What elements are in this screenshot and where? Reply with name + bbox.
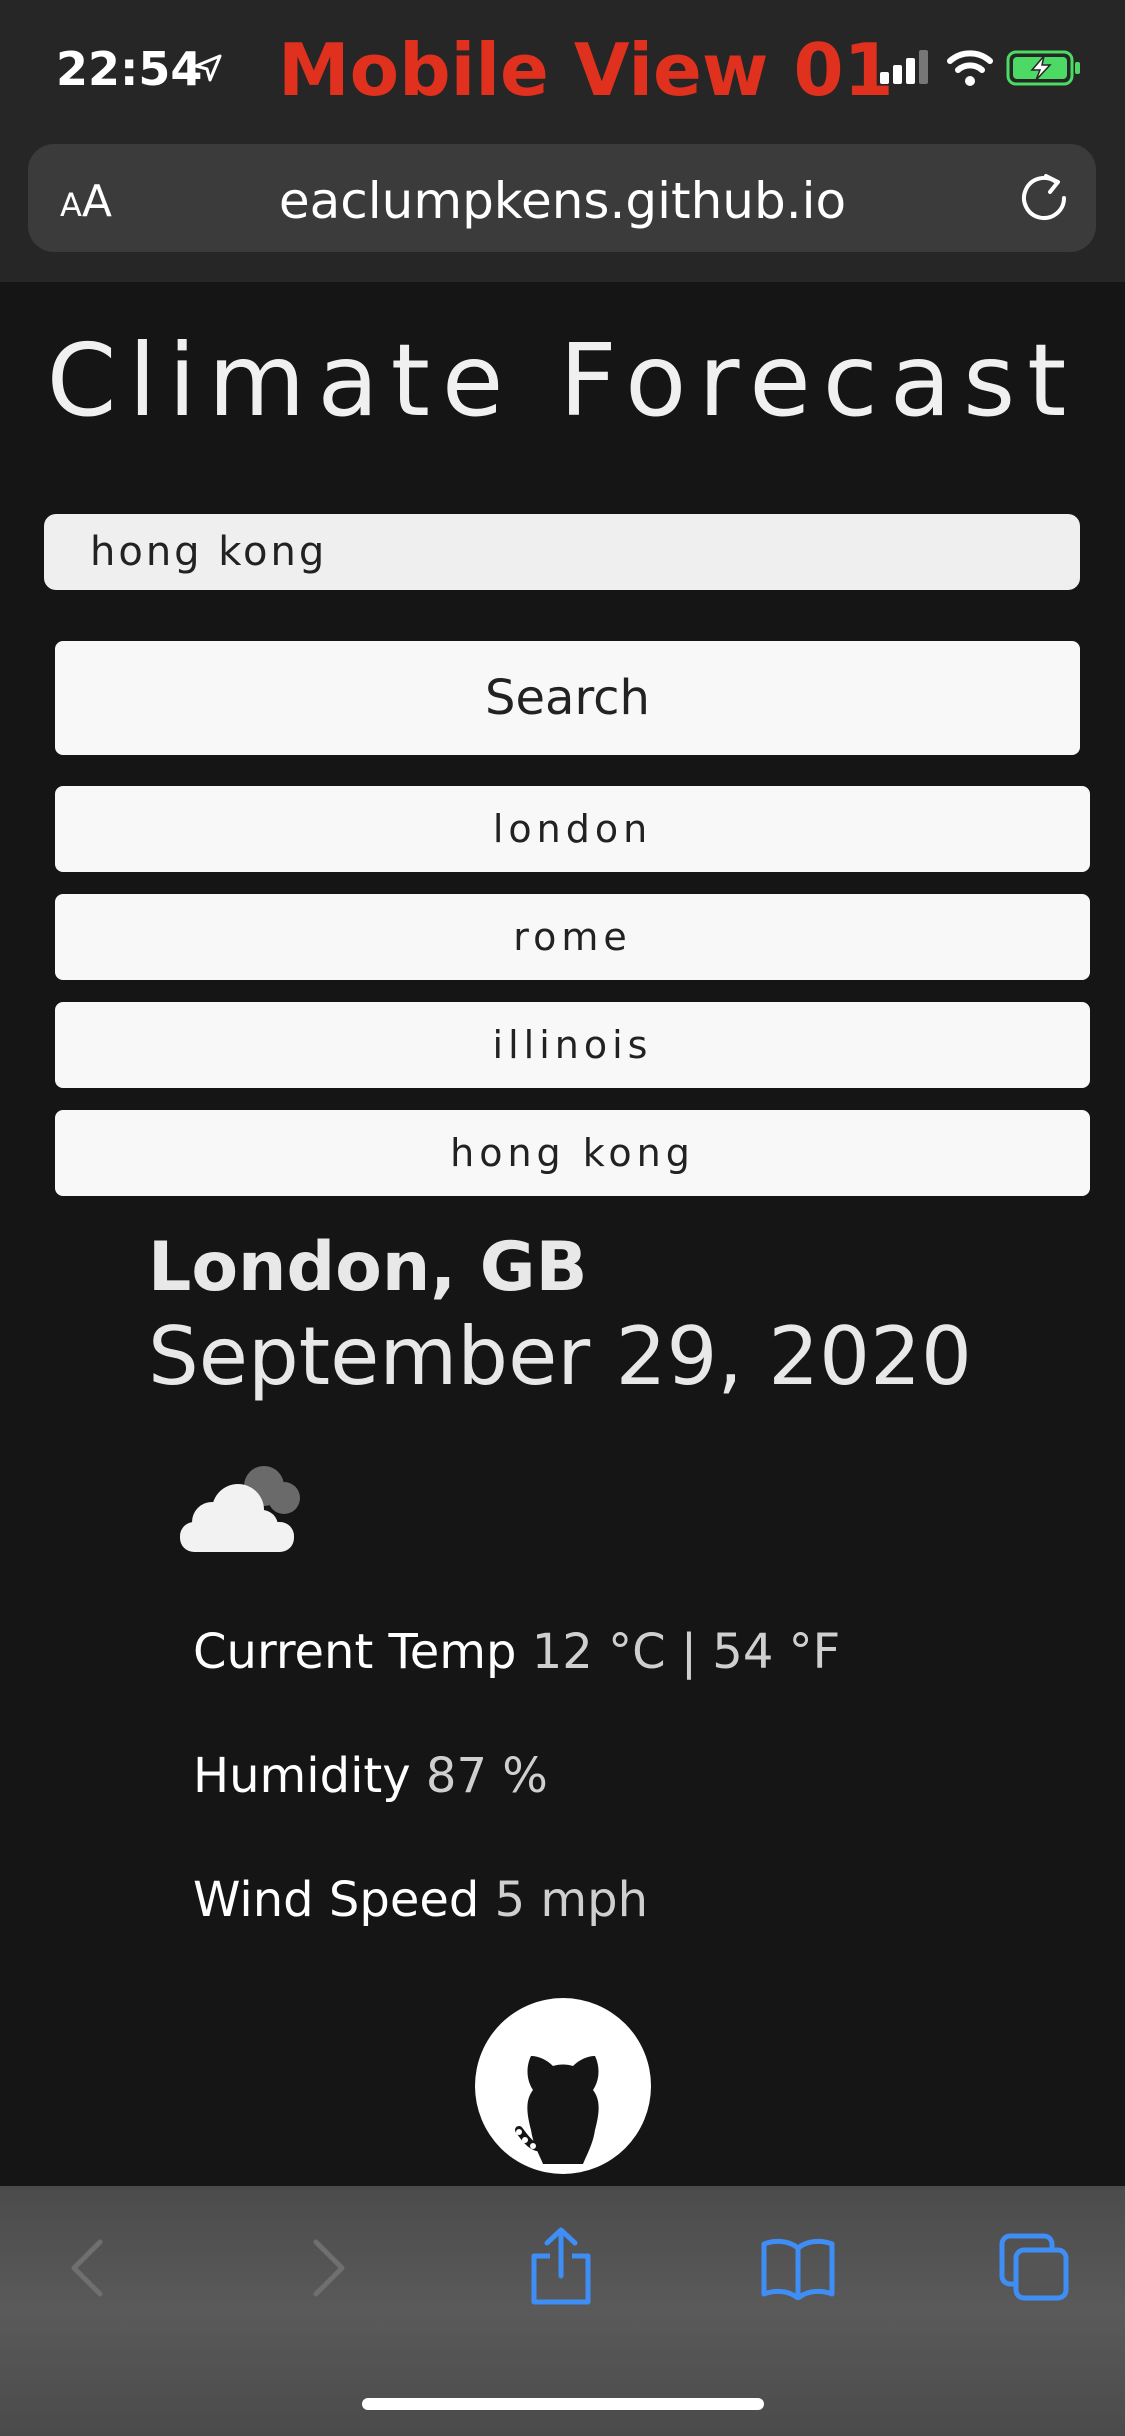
bookmarks-icon[interactable] [760, 2236, 836, 2300]
mobile-view-label: Mobile View 01 [278, 28, 894, 112]
stat-humidity: Humidity 87 % [193, 1748, 548, 1804]
stat-label: Humidity [193, 1748, 411, 1804]
cloud-icon [180, 1466, 300, 1552]
reload-icon[interactable] [1016, 170, 1072, 226]
search-input[interactable] [44, 514, 1080, 590]
status-time: 22:54 [56, 42, 203, 96]
url-text[interactable]: eaclumpkens.github.io [0, 172, 1125, 230]
battery-charging-icon [1006, 50, 1080, 86]
stat-label: Current Temp [193, 1624, 517, 1680]
stat-wind-speed: Wind Speed 5 mph [193, 1872, 648, 1928]
stat-current-temp: Current Temp 12 °C | 54 °F [193, 1624, 840, 1680]
forecast-date: September 29, 2020 [148, 1310, 972, 1403]
stat-value: 12 °C | 54 °F [531, 1624, 841, 1680]
back-chevron-icon[interactable] [66, 2238, 110, 2298]
stat-label: Wind Speed [193, 1872, 480, 1928]
stat-value: 87 % [425, 1748, 548, 1804]
history-button-rome[interactable]: rome [55, 894, 1090, 980]
forecast-city: London, GB [148, 1228, 588, 1307]
tabs-icon[interactable] [998, 2232, 1070, 2302]
location-arrow-icon [194, 54, 222, 82]
github-icon[interactable] [475, 1998, 651, 2174]
history-button-illinois[interactable]: illinois [55, 1002, 1090, 1088]
page-title: Climate Forecast [46, 322, 1079, 439]
home-indicator [362, 2398, 764, 2410]
history-button-hong-kong[interactable]: hong kong [55, 1110, 1090, 1196]
stat-value: 5 mph [494, 1872, 649, 1928]
search-button[interactable]: Search [55, 641, 1080, 755]
cellular-signal-icon [880, 50, 928, 84]
history-button-london[interactable]: london [55, 786, 1090, 872]
share-icon[interactable] [528, 2226, 594, 2306]
wifi-icon [947, 50, 993, 86]
forward-chevron-icon[interactable] [306, 2238, 350, 2298]
